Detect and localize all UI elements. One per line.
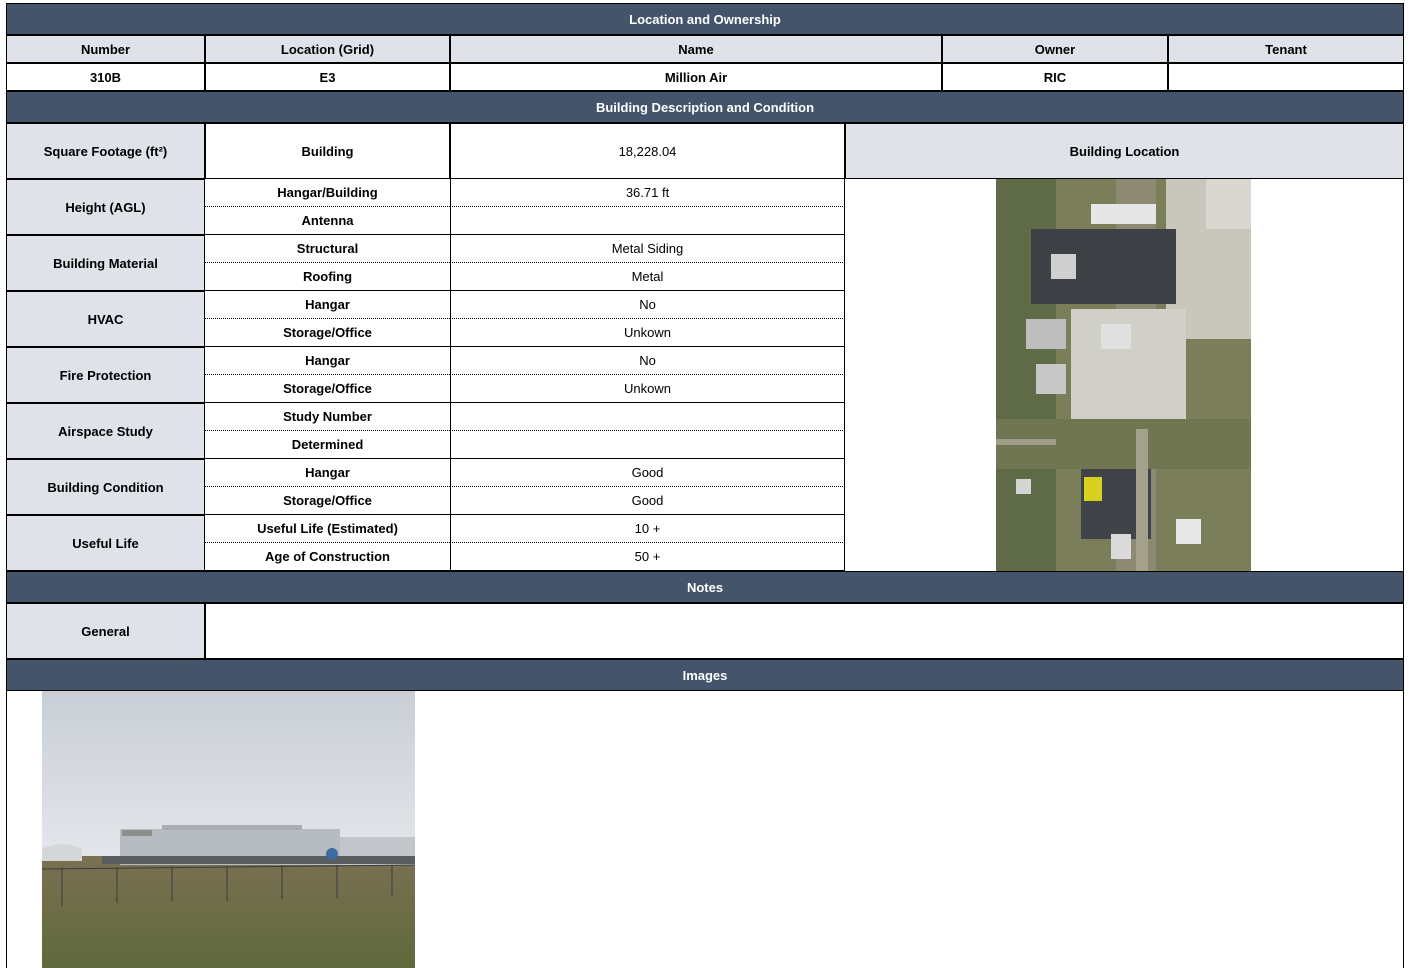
value-general-notes <box>205 603 1404 659</box>
table-border <box>6 179 7 571</box>
sub-label: Storage/Office <box>205 487 450 515</box>
group-label: Airspace Study <box>6 403 205 459</box>
sub-label: Antenna <box>205 207 450 235</box>
value-cell <box>450 207 845 235</box>
value-cell <box>450 431 845 459</box>
sub-label: Study Number <box>205 403 450 431</box>
value-cell: No <box>450 291 845 319</box>
section-title: Images <box>682 667 728 683</box>
group-label: Fire Protection <box>6 347 205 403</box>
value-cell <box>450 403 845 431</box>
label-building-location: Building Location <box>845 123 1404 179</box>
section-header-images: Images <box>6 659 1404 691</box>
aerial-map-image <box>996 179 1251 571</box>
group-label: Useful Life <box>6 515 205 571</box>
value-tenant <box>1168 63 1404 91</box>
value-owner: RIC <box>942 63 1168 91</box>
building-photo <box>42 691 415 968</box>
sub-label: Hangar <box>205 459 450 487</box>
value-cell: No <box>450 347 845 375</box>
col-header-owner: Owner <box>942 35 1168 63</box>
sub-label: Hangar <box>205 347 450 375</box>
sub-label: Storage/Office <box>205 319 450 347</box>
section-title: Notes <box>686 579 724 595</box>
value-cell: Metal <box>450 263 845 291</box>
sub-label-building: Building <box>205 123 450 179</box>
sub-label: Storage/Office <box>205 375 450 403</box>
sub-label: Determined <box>205 431 450 459</box>
label-square-footage: Square Footage (ft²) <box>6 123 205 179</box>
section-title: Building Description and Condition <box>595 99 815 115</box>
group-label: Building Condition <box>6 459 205 515</box>
col-header-location-grid: Location (Grid) <box>205 35 450 63</box>
sub-label: Age of Construction <box>205 543 450 571</box>
sub-label: Hangar <box>205 291 450 319</box>
col-header-tenant: Tenant <box>1168 35 1404 63</box>
section-header-notes: Notes <box>6 571 1404 603</box>
table-border <box>1403 179 1404 571</box>
aerial-map <box>996 179 1251 571</box>
sub-label: Structural <box>205 235 450 263</box>
value-cell: 36.71 ft <box>450 179 845 207</box>
value-cell: Good <box>450 459 845 487</box>
section-header-description: Building Description and Condition <box>6 91 1404 123</box>
value-cell: Unkown <box>450 375 845 403</box>
value-cell: 10 + <box>450 515 845 543</box>
building-photo-image <box>42 691 415 968</box>
sub-label: Hangar/Building <box>205 179 450 207</box>
value-cell: Good <box>450 487 845 515</box>
value-location-grid: E3 <box>205 63 450 91</box>
section-title: Location and Ownership <box>629 11 781 27</box>
value-cell: 50 + <box>450 543 845 571</box>
group-label: Height (AGL) <box>6 179 205 235</box>
col-header-number: Number <box>6 35 205 63</box>
value-cell: Metal Siding <box>450 235 845 263</box>
sub-label: Useful Life (Estimated) <box>205 515 450 543</box>
group-label: HVAC <box>6 291 205 347</box>
section-header-location: Location and Ownership <box>6 3 1404 35</box>
table-border <box>1403 691 1404 968</box>
group-label: Building Material <box>6 235 205 291</box>
col-header-name: Name <box>450 35 942 63</box>
value-cell: Unkown <box>450 319 845 347</box>
value-square-footage: 18,228.04 <box>450 123 845 179</box>
sub-label: Roofing <box>205 263 450 291</box>
label-general: General <box>6 603 205 659</box>
value-name: Million Air <box>450 63 942 91</box>
value-number: 310B <box>6 63 205 91</box>
table-border <box>6 691 7 968</box>
